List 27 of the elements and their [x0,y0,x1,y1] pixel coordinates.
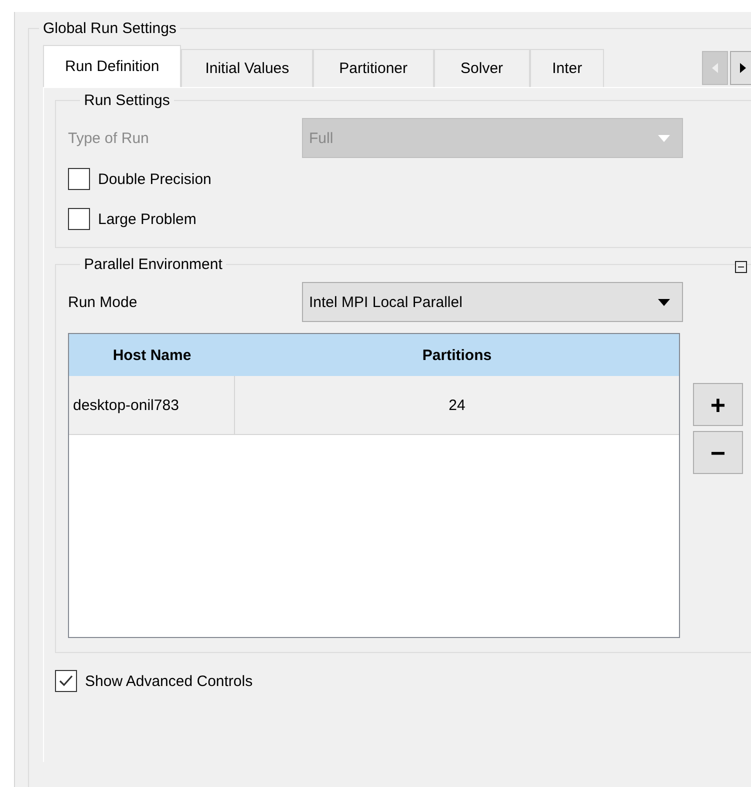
tab[interactable]: Inter [530,49,604,87]
tab[interactable]: Partitioner [313,49,434,87]
table-cell-text: 24 [448,396,466,416]
field-label: Run Mode [68,294,138,310]
field-label: Type of Run [68,130,150,146]
tab[interactable]: Run Definition [43,45,182,87]
table-cell: desktop-onil783 [69,376,235,434]
check-icon [59,675,73,687]
run-mode-dropdown[interactable]: Intel MPI Local Parallel [302,282,683,322]
checkbox[interactable]: Show Advanced Controls [55,661,751,701]
checkbox[interactable]: Large Problem [68,199,743,239]
left-arrow-icon [711,62,719,74]
group-title: Global Run Settings [42,20,178,37]
caret-icon [658,134,670,142]
tab[interactable]: Solver [434,49,530,87]
checkbox[interactable]: Double Precision [68,159,743,199]
right-arrow-icon [739,62,747,74]
remove-button[interactable]: − [693,431,743,474]
tab[interactable]: Initial Values [181,49,314,87]
group-title: Run Settings [83,92,171,109]
caret-icon [658,298,670,306]
add-button[interactable]: + [693,383,743,426]
column-header: Host Name [112,346,192,364]
group-title: Parallel Environment [83,256,224,273]
column-header: Partitions [421,346,493,364]
collapse-icon[interactable] [735,261,747,273]
scroll-right-button[interactable] [730,51,751,85]
